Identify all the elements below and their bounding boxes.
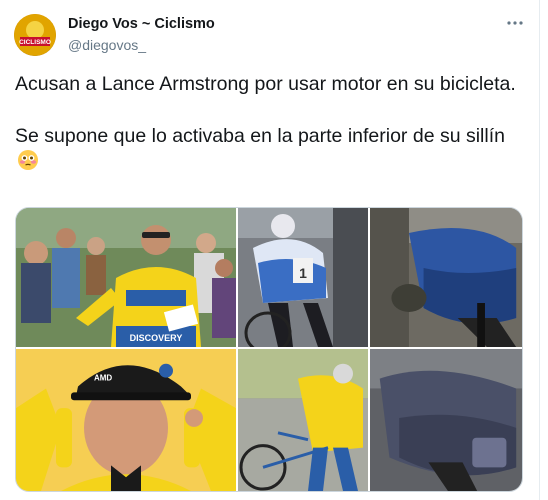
photo-rider-blur-1[interactable]: 1	[238, 208, 368, 347]
more-icon	[507, 21, 523, 25]
media-grid: DISCOVERY 1 AMD	[15, 207, 523, 492]
cap-label: AMD	[94, 374, 112, 383]
photo-armstrong-portrait[interactable]: AMD	[16, 349, 236, 491]
tweet-line-1: Acusan a Lance Armstrong por usar motor …	[15, 73, 516, 95]
avatar[interactable]: CICLISMO	[14, 14, 56, 56]
tweet-line-2-text: Se supone que lo activaba en la parte in…	[15, 125, 505, 147]
flushed-face-icon	[17, 149, 39, 171]
photo-rider-blur-3[interactable]	[370, 349, 522, 491]
photo-rider-climbing[interactable]	[238, 349, 368, 491]
jersey-label: DISCOVERY	[130, 333, 183, 343]
tweet-card[interactable]: CICLISMO Diego Vos ~ Ciclismo @diegovos_…	[0, 0, 540, 500]
tweet-line-2: Se supone que lo activaba en la parte in…	[15, 123, 520, 175]
photo-rider-blur-2[interactable]	[370, 208, 522, 347]
photo-armstrong-yellow-jersey[interactable]: DISCOVERY	[16, 208, 236, 347]
avatar-text: CICLISMO	[19, 39, 51, 46]
author-name[interactable]: Diego Vos ~ Ciclismo	[68, 16, 215, 32]
more-options-button[interactable]	[504, 12, 526, 34]
tweet-text: Acusan a Lance Armstrong por usar motor …	[15, 71, 520, 175]
rider-number: 1	[299, 265, 307, 281]
author-handle[interactable]: @diegovos_	[68, 37, 146, 53]
